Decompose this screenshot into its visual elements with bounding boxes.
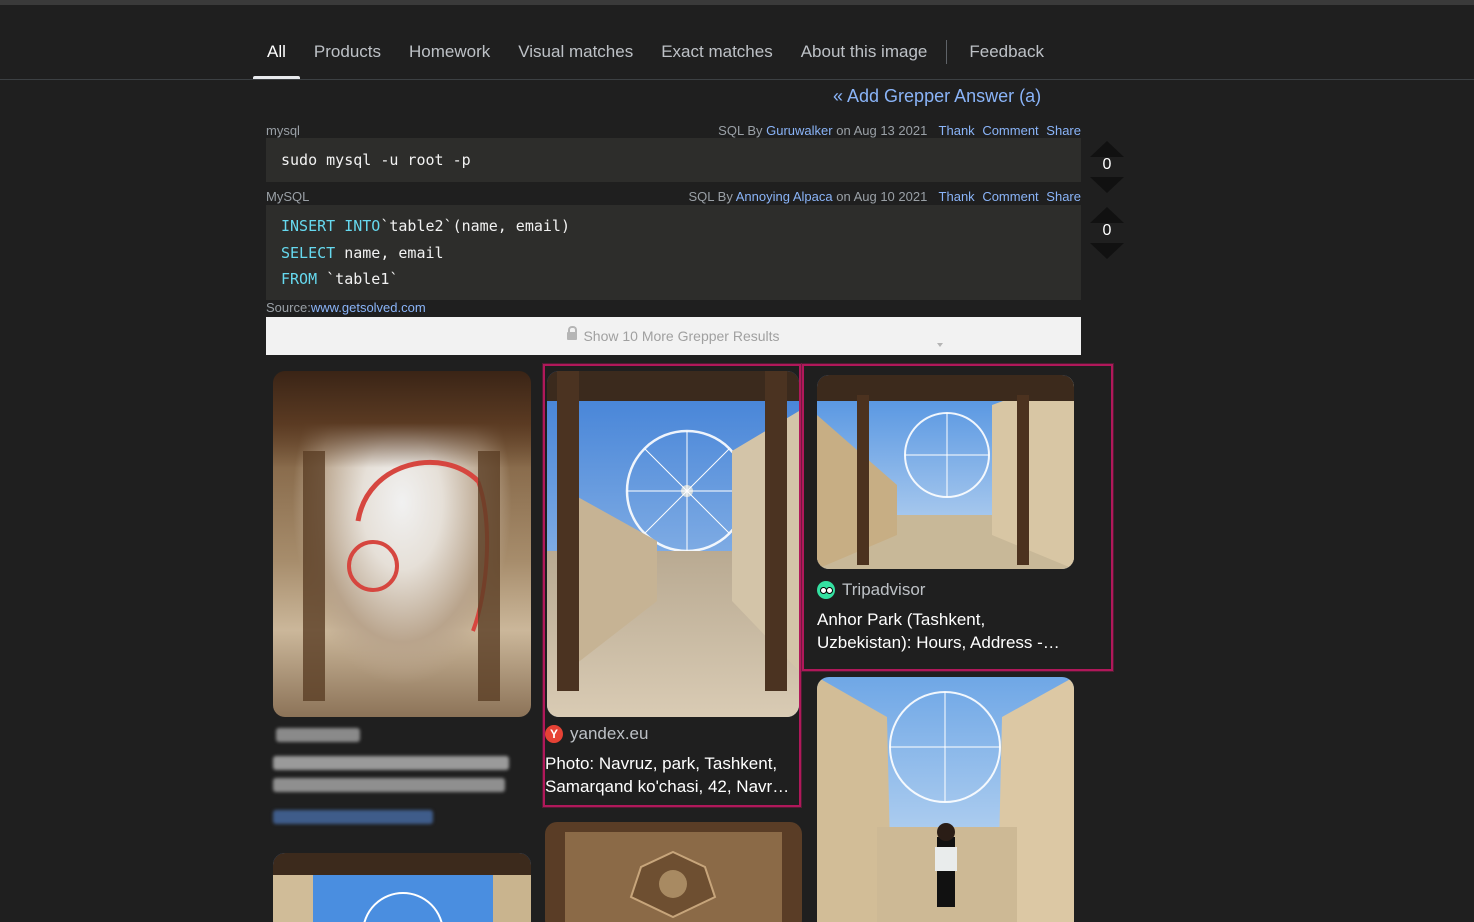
thank-link[interactable]: Thank bbox=[939, 123, 975, 138]
thank-link[interactable]: Thank bbox=[939, 189, 975, 204]
ferris-wheel-photo bbox=[817, 375, 1074, 569]
result-caption: Photo: Navruz, park, Tashkent, Samarqand… bbox=[545, 754, 790, 796]
blurred-caption bbox=[273, 778, 505, 792]
show-more-grepper-button[interactable]: Show 10 More Grepper Results bbox=[266, 317, 1081, 355]
tab-products[interactable]: Products bbox=[300, 30, 395, 78]
comment-link[interactable]: Comment bbox=[982, 123, 1038, 138]
blurred-caption bbox=[273, 756, 509, 770]
vote-count: 0 bbox=[1102, 156, 1112, 173]
vote-count: 0 bbox=[1102, 222, 1112, 239]
snippet-author-link[interactable]: Guruwalker bbox=[766, 123, 832, 138]
code-line: sudo mysql -u root -p bbox=[281, 151, 471, 169]
upvote-arrow-icon[interactable] bbox=[1090, 207, 1124, 223]
snippet-meta: SQL By Annoying Alpaca on Aug 10 2021 Th… bbox=[689, 189, 1082, 204]
blurred-source bbox=[276, 728, 360, 742]
result-card-blurred[interactable] bbox=[268, 366, 534, 836]
snippet-meta: SQL By Guruwalker on Aug 13 2021 Thank C… bbox=[718, 123, 1081, 138]
code-line: SELECT name, email bbox=[281, 243, 444, 262]
result-card-yandex[interactable]: Y yandex.eu Photo: Navruz, park, Tashken… bbox=[543, 364, 801, 807]
vote-widget: 0 bbox=[1090, 207, 1124, 259]
pixel-overlay bbox=[303, 451, 500, 701]
share-link[interactable]: Share bbox=[1046, 189, 1081, 204]
tab-visual-matches[interactable]: Visual matches bbox=[504, 30, 647, 78]
result-source: Tripadvisor bbox=[817, 580, 925, 600]
snippet-type: SQL bbox=[688, 189, 715, 204]
result-card-tripadvisor[interactable]: Tripadvisor Anhor Park (Tashkent, Uzbeki… bbox=[802, 364, 1113, 671]
code-line: INSERT INTO`table2`(name, email) bbox=[281, 217, 570, 235]
tab-about-this-image[interactable]: About this image bbox=[787, 30, 942, 78]
tabs-divider bbox=[0, 79, 1474, 80]
tab-all[interactable]: All bbox=[253, 30, 300, 79]
snippet-date: on Aug 10 2021 bbox=[836, 189, 928, 204]
snippet-author-link[interactable]: Annoying Alpaca bbox=[736, 189, 833, 204]
lock-icon bbox=[567, 326, 578, 340]
blurred-link bbox=[273, 810, 433, 824]
tab-feedback[interactable]: Feedback bbox=[955, 30, 1058, 78]
snippet-header: MySQL SQL By Annoying Alpaca on Aug 10 2… bbox=[266, 187, 1081, 205]
top-bar bbox=[0, 0, 1474, 5]
ferris-wheel-woman-photo bbox=[817, 677, 1074, 922]
downvote-arrow-icon[interactable] bbox=[1090, 177, 1124, 193]
vote-widget: 0 bbox=[1090, 141, 1124, 193]
result-card[interactable] bbox=[273, 853, 531, 922]
result-source: Y yandex.eu bbox=[545, 724, 648, 744]
result-thumbnail bbox=[273, 371, 531, 717]
snippet-type: SQL bbox=[718, 123, 744, 138]
code-line: FROM `table1` bbox=[281, 270, 399, 288]
code-block: INSERT INTO`table2`(name, email) SELECT … bbox=[266, 205, 1081, 300]
source-label: Source: bbox=[266, 300, 311, 315]
result-source-label: Tripadvisor bbox=[842, 580, 926, 599]
comment-link[interactable]: Comment bbox=[982, 189, 1038, 204]
downvote-arrow-icon[interactable] bbox=[1090, 243, 1124, 259]
snippet-language: MySQL bbox=[266, 189, 310, 204]
share-link[interactable]: Share bbox=[1046, 123, 1081, 138]
snippet-date: on Aug 13 2021 bbox=[836, 123, 928, 138]
result-thumbnail bbox=[545, 822, 802, 922]
snippet-language: mysql bbox=[266, 123, 300, 138]
source-line: Source:www.getsolved.com bbox=[266, 300, 426, 315]
result-source-label: yandex.eu bbox=[570, 724, 649, 743]
tab-homework[interactable]: Homework bbox=[395, 30, 504, 78]
ferris-wheel-photo bbox=[547, 371, 799, 717]
ceiling-photo bbox=[545, 822, 802, 922]
result-thumbnail bbox=[817, 375, 1074, 569]
tripadvisor-icon bbox=[817, 581, 835, 599]
chevron-down-icon bbox=[937, 343, 943, 347]
tab-exact-matches[interactable]: Exact matches bbox=[647, 30, 787, 78]
tab-divider bbox=[946, 40, 948, 64]
snippet-by: By bbox=[717, 189, 733, 204]
result-thumbnail bbox=[817, 677, 1074, 922]
search-tabs: All Products Homework Visual matches Exa… bbox=[253, 30, 1058, 80]
result-card[interactable] bbox=[817, 677, 1074, 922]
ferris-wheel-photo bbox=[273, 853, 531, 922]
result-thumbnail bbox=[273, 853, 531, 922]
add-grepper-answer-link[interactable]: « Add Grepper Answer (a) bbox=[833, 86, 1041, 107]
upvote-arrow-icon[interactable] bbox=[1090, 141, 1124, 157]
snippet-header: mysql SQL By Guruwalker on Aug 13 2021 T… bbox=[266, 121, 1081, 139]
yandex-icon: Y bbox=[545, 725, 563, 743]
source-link[interactable]: www.getsolved.com bbox=[311, 300, 426, 315]
result-thumbnail bbox=[547, 371, 799, 717]
code-block: sudo mysql -u root -p bbox=[266, 138, 1081, 182]
result-caption: Anhor Park (Tashkent, Uzbekistan): Hours… bbox=[817, 610, 1060, 652]
snippet-by: By bbox=[747, 123, 763, 138]
show-more-label: Show 10 More Grepper Results bbox=[583, 328, 780, 344]
result-card[interactable] bbox=[545, 822, 802, 922]
